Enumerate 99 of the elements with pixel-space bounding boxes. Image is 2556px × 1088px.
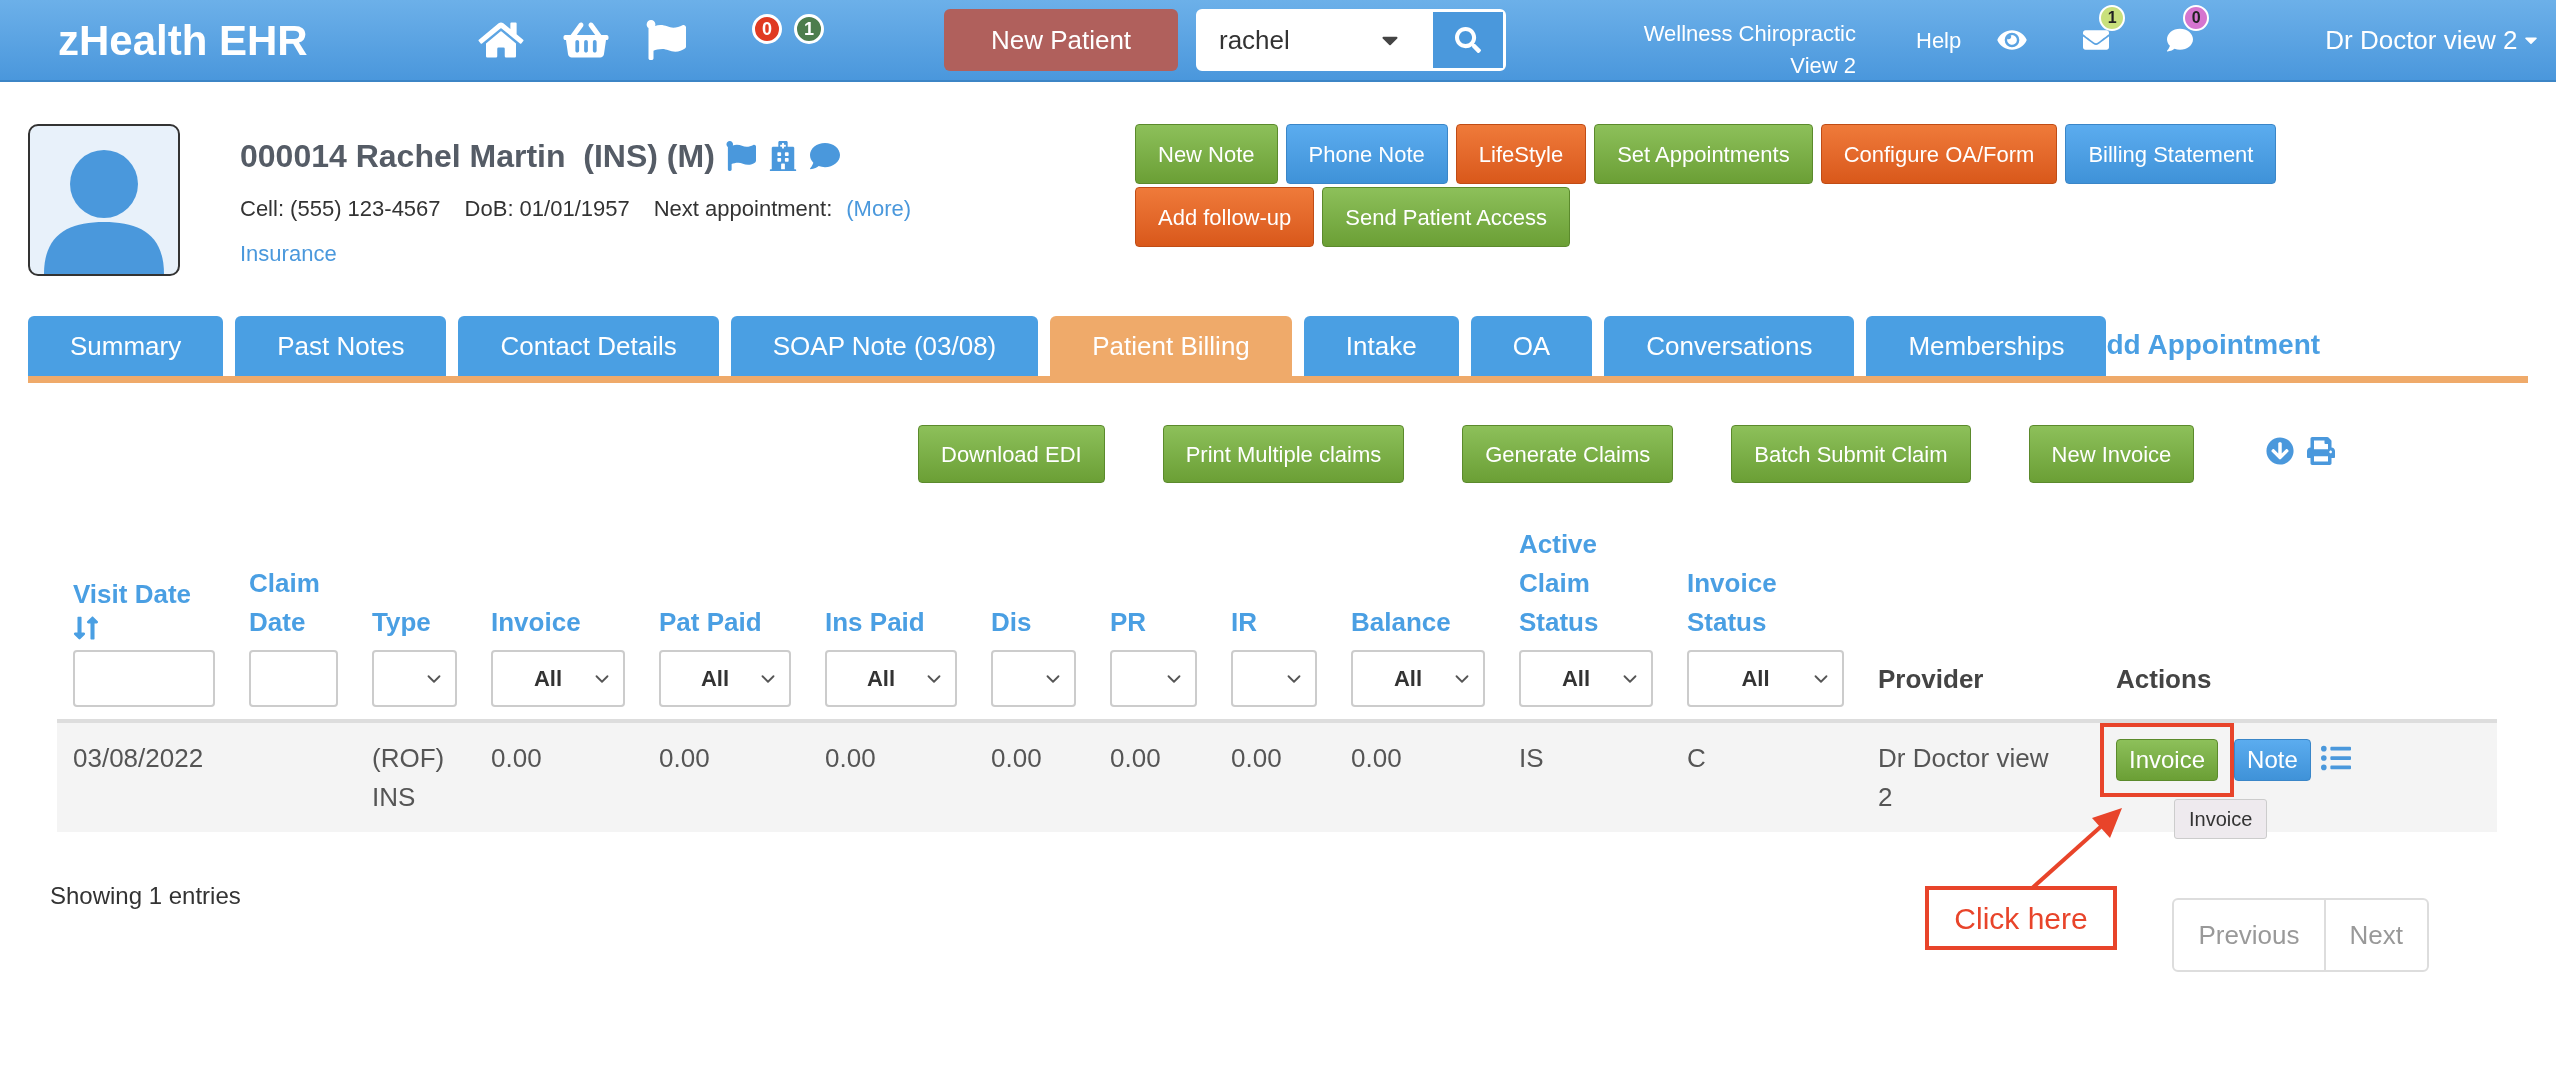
table-cell-text: IS xyxy=(1519,742,1545,775)
table-cell-text: 0.00 xyxy=(1351,742,1403,775)
toolbar-button[interactable]: Generate Claims xyxy=(1462,425,1674,483)
flag-icon[interactable] xyxy=(644,20,688,60)
table-cell-text: C xyxy=(1687,742,1707,775)
action-button[interactable]: LifeStyle xyxy=(1455,124,1587,184)
toolbar-button[interactable]: New Invoice xyxy=(2028,425,2195,483)
toolbar-button[interactable]: Batch Submit Claim xyxy=(1731,425,1971,483)
tab[interactable]: Patient Billing xyxy=(1050,316,1292,376)
column-header: Actions xyxy=(2116,663,2212,696)
app-title[interactable]: zHealth EHR xyxy=(58,8,438,72)
action-button[interactable]: New Note xyxy=(1135,124,1278,184)
column-header[interactable]: Type xyxy=(372,603,431,642)
tab[interactable]: Intake xyxy=(1303,316,1459,376)
filter-dropdown[interactable] xyxy=(372,650,457,707)
filter-field[interactable] xyxy=(249,650,338,707)
table-cell-text: (ROF) INS xyxy=(372,742,446,814)
search-input[interactable]: rachel xyxy=(1199,12,1367,68)
column-header[interactable]: Dis xyxy=(991,603,1032,642)
patient-detail: Next appointment: xyxy=(653,195,833,223)
chat-icon[interactable] xyxy=(2165,27,2196,53)
filter-dropdown[interactable] xyxy=(1231,650,1317,707)
action-button[interactable]: Add follow-up xyxy=(1135,187,1315,247)
column-header[interactable]: PR xyxy=(1110,603,1147,642)
eye-icon[interactable] xyxy=(1997,27,2028,53)
tooltip: Invoice xyxy=(2174,799,2268,839)
column-header[interactable]: Active Claim Status xyxy=(1519,525,1639,642)
basket-icon[interactable] xyxy=(562,20,610,60)
tab[interactable]: SOAP Note (03/08) xyxy=(730,316,1039,376)
download-icon[interactable] xyxy=(2266,437,2295,465)
user-menu[interactable]: Dr Doctor view 2 xyxy=(2325,20,2542,60)
chat-icon[interactable] xyxy=(808,141,841,171)
sort-icon[interactable] xyxy=(73,614,99,642)
column-header[interactable]: Invoice Status xyxy=(1687,564,1807,642)
notification-badge: 1 xyxy=(2099,5,2126,31)
new-patient-button[interactable]: New Patient xyxy=(944,9,1178,71)
count-badge: 0 xyxy=(752,14,782,44)
toolbar-button[interactable]: Print Multiple claims xyxy=(1162,425,1405,483)
patient-detail: DoB: 01/01/1957 xyxy=(464,195,630,223)
filter-dropdown[interactable]: All xyxy=(1519,650,1653,707)
row-action-button[interactable]: Note xyxy=(2234,739,2311,781)
table-cell-text: 0.00 xyxy=(659,742,711,775)
notification-badge: 0 xyxy=(2183,5,2210,31)
row-action-button[interactable]: Invoice xyxy=(2116,739,2219,781)
column-header[interactable]: Visit Date xyxy=(73,575,191,642)
table-cell-text: 0.00 xyxy=(1110,742,1162,775)
pagination-button[interactable]: Next xyxy=(2323,900,2427,970)
filter-dropdown[interactable]: All xyxy=(825,650,957,707)
table-cell-text: 0.00 xyxy=(825,742,877,775)
action-button[interactable]: Billing Statement xyxy=(2065,124,2277,184)
table-cell-text: 03/08/2022 xyxy=(73,742,205,775)
filter-dropdown[interactable]: All xyxy=(1351,650,1485,707)
filter-dropdown[interactable]: All xyxy=(491,650,625,707)
filter-dropdown[interactable] xyxy=(1110,650,1197,707)
tab[interactable]: OA xyxy=(1470,316,1593,376)
action-button[interactable]: Set Appointments xyxy=(1594,124,1813,184)
tab[interactable]: Past Notes xyxy=(235,316,447,376)
tab[interactable]: Summary xyxy=(28,316,224,376)
column-header[interactable]: Ins Paid xyxy=(825,603,925,642)
print-icon[interactable] xyxy=(2306,437,2337,465)
patient-detail: Cell: (555) 123-4567 xyxy=(240,195,441,223)
mail-icon[interactable] xyxy=(2081,27,2112,53)
search-field[interactable]: rachel xyxy=(1196,9,1506,71)
callout-label: Click here xyxy=(1925,886,2117,950)
filter-field[interactable] xyxy=(73,650,215,707)
column-header[interactable]: Claim Date xyxy=(249,564,356,642)
action-button[interactable]: Send Patient Access xyxy=(1322,187,1571,247)
patient-name: 000014 Rachel Martin (INS) (M) xyxy=(240,137,715,176)
tab[interactable]: Conversations xyxy=(1604,316,1855,376)
table-cell-text: Dr Doctor view 2 xyxy=(1878,742,2050,814)
action-button[interactable]: Configure OA/Form xyxy=(1820,124,2058,184)
table-cell-text: 0.00 xyxy=(991,742,1043,775)
search-icon xyxy=(1455,27,1481,53)
filter-dropdown[interactable]: All xyxy=(659,650,791,707)
column-header[interactable]: Balance xyxy=(1351,603,1451,642)
column-header[interactable]: IR xyxy=(1231,603,1257,642)
filter-dropdown[interactable]: All xyxy=(1687,650,1844,707)
list-icon[interactable] xyxy=(2320,743,2351,773)
pagination-button[interactable]: Previous xyxy=(2174,900,2324,970)
clinic-name[interactable]: Wellness Chiropractic View 2 xyxy=(1606,18,1856,82)
flag-icon[interactable] xyxy=(724,141,757,171)
table-cell-text: 0.00 xyxy=(1231,742,1283,775)
tab[interactable]: Memberships xyxy=(1866,316,2107,376)
filter-dropdown[interactable] xyxy=(991,650,1076,707)
add-appointment-link[interactable]: dd Appointment xyxy=(2106,324,2321,366)
action-button[interactable]: Phone Note xyxy=(1285,124,1448,184)
toolbar-button[interactable]: Download EDI xyxy=(918,425,1105,483)
search-button[interactable] xyxy=(1433,12,1503,68)
help-link[interactable]: Help xyxy=(1916,23,1962,57)
table-cell-text: 0.00 xyxy=(491,742,543,775)
column-header: Provider xyxy=(1878,663,1984,696)
more-link[interactable]: (More) xyxy=(846,192,912,225)
tab[interactable]: Contact Details xyxy=(458,316,719,376)
column-header[interactable]: Pat Paid xyxy=(659,603,762,642)
home-icon[interactable] xyxy=(478,20,524,60)
column-header[interactable]: Invoice xyxy=(491,603,581,642)
insurance-link[interactable]: Insurance xyxy=(240,237,1100,270)
count-badge: 1 xyxy=(794,14,824,44)
entries-info: Showing 1 entries xyxy=(50,881,241,911)
